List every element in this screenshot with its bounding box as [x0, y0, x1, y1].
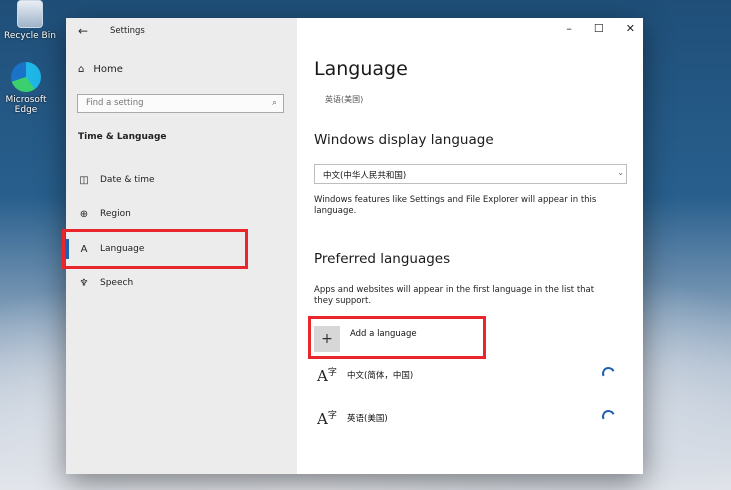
- loading-spinner-icon: [600, 408, 617, 425]
- preferred-languages-heading: Preferred languages: [314, 251, 451, 267]
- recycle-bin-label: Recycle Bin: [4, 31, 56, 41]
- microphone-icon: ♆: [79, 277, 89, 289]
- close-icon[interactable]: ✕: [626, 22, 635, 35]
- sidebar-item-label: Region: [100, 209, 131, 219]
- sidebar-item-region[interactable]: ⊕ Region: [78, 206, 131, 222]
- display-language-dropdown[interactable]: 中文(中华人民共和国) ⌄: [314, 164, 627, 184]
- window-title: Settings: [110, 26, 145, 36]
- chevron-down-icon: ⌄: [617, 168, 624, 177]
- add-language-button[interactable]: + Add a language: [314, 326, 417, 352]
- add-language-label: Add a language: [350, 329, 417, 339]
- sidebar-item-label: Language: [100, 244, 145, 254]
- home-nav-item[interactable]: ⌂ Home: [78, 64, 123, 75]
- sidebar: ← Settings ⌂ Home ⌕ Time & Language ◫ Da…: [66, 18, 297, 474]
- language-glyph-icon: A字: [317, 410, 337, 428]
- language-icon: A: [80, 243, 88, 255]
- section-title: Time & Language: [78, 132, 167, 142]
- edge-icon: [11, 62, 41, 92]
- sidebar-item-date-time[interactable]: ◫ Date & time: [78, 172, 155, 188]
- loading-spinner-icon: [600, 365, 617, 382]
- active-indicator: [66, 239, 69, 259]
- edge-desktop-icon[interactable]: Microsoft Edge: [0, 62, 56, 115]
- display-language-value: 中文(中华人民共和国): [323, 171, 407, 181]
- sidebar-item-label: Speech: [100, 278, 134, 288]
- sidebar-item-language[interactable]: A Language: [78, 241, 145, 257]
- language-name: 中文(简体，中国): [347, 371, 414, 381]
- language-name: 英语(美国): [347, 414, 388, 424]
- search-box[interactable]: ⌕: [77, 94, 284, 113]
- sidebar-item-label: Date & time: [100, 175, 155, 185]
- minimize-icon[interactable]: –: [566, 22, 572, 35]
- page-title: Language: [314, 58, 408, 80]
- home-label: Home: [93, 64, 123, 75]
- preferred-languages-description: Apps and websites will appear in the fir…: [314, 285, 595, 306]
- display-language-description: Windows features like Settings and File …: [314, 195, 597, 216]
- calendar-clock-icon: ◫: [79, 174, 89, 186]
- language-list-item[interactable]: A字 英语(美国): [317, 408, 627, 438]
- settings-window: ← Settings ⌂ Home ⌕ Time & Language ◫ Da…: [66, 18, 643, 474]
- language-list-item[interactable]: A字 中文(简体，中国): [317, 365, 627, 395]
- plus-icon: +: [314, 326, 340, 352]
- sidebar-item-speech[interactable]: ♆ Speech: [78, 275, 134, 291]
- language-glyph-icon: A字: [317, 367, 337, 385]
- recycle-bin-desktop-icon[interactable]: Recycle Bin: [0, 0, 60, 41]
- window-controls: – ☐ ✕: [566, 22, 635, 35]
- display-language-heading: Windows display language: [314, 132, 494, 148]
- back-arrow-icon[interactable]: ←: [78, 24, 88, 38]
- search-input[interactable]: [86, 98, 256, 108]
- edge-label: Microsoft Edge: [5, 95, 47, 115]
- recycle-bin-icon: [17, 0, 43, 28]
- page-subtitle: 英语(美国): [325, 95, 364, 104]
- maximize-icon[interactable]: ☐: [594, 22, 604, 35]
- main-content: – ☐ ✕ Language 英语(美国) Windows display la…: [297, 18, 643, 474]
- globe-icon: ⊕: [79, 208, 89, 220]
- search-icon[interactable]: ⌕: [272, 98, 277, 108]
- home-icon: ⌂: [78, 64, 85, 75]
